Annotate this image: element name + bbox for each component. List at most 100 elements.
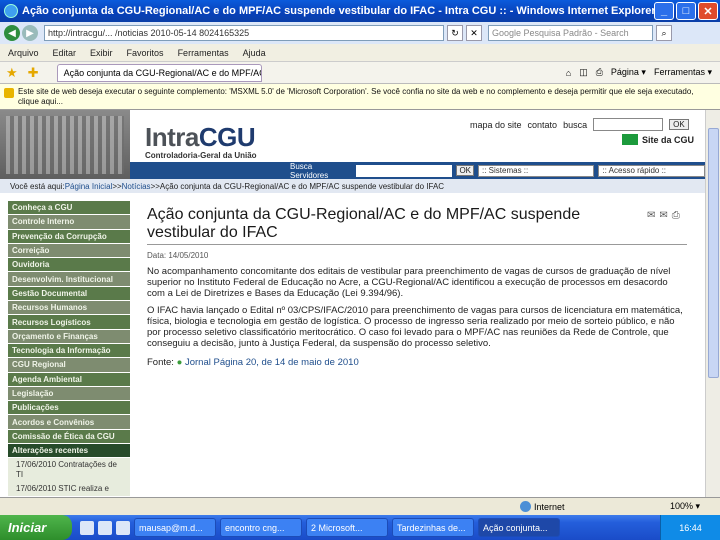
command-bar: ⌂ ◫ ⎙ Página ▾ Ferramentas ▾ bbox=[566, 67, 720, 78]
sidebar-nav: Conheça a CGU Controle Interno Prevenção… bbox=[8, 201, 130, 497]
taskbar-button[interactable]: mausap@m.d... bbox=[134, 518, 216, 537]
contact-link[interactable]: contato bbox=[528, 120, 558, 130]
site-search-input[interactable] bbox=[593, 118, 664, 131]
scrollbar-thumb[interactable] bbox=[708, 128, 719, 378]
article: Ação conjunta da CGU-Regional/AC e do MP… bbox=[147, 206, 692, 368]
quick-launch bbox=[80, 520, 130, 535]
maximize-button[interactable]: □ bbox=[676, 2, 696, 20]
menu-item-ferramentas[interactable]: Ferramentas bbox=[178, 48, 229, 58]
site-cgu-link[interactable]: Site da CGU bbox=[622, 134, 694, 145]
zoom-level[interactable]: 100% ▾ bbox=[670, 501, 720, 512]
comment-icon[interactable]: ✉ bbox=[647, 210, 655, 221]
forward-icon[interactable]: ▶ bbox=[22, 25, 38, 41]
search-input[interactable]: Google Pesquisa Padrão - Search bbox=[488, 25, 653, 41]
back-icon[interactable]: ◀ bbox=[4, 25, 20, 41]
taskbar-button[interactable]: 2 Microsoft... bbox=[306, 518, 388, 537]
breadcrumb: Você está aqui: Página Inicial >> Notíci… bbox=[0, 179, 705, 193]
sidebar-item[interactable]: Desenvolvim. Institucional bbox=[8, 272, 130, 287]
taskbar-button[interactable]: Tardezinhas de... bbox=[392, 518, 474, 537]
article-paragraph: No acompanhamento concomitante dos edita… bbox=[147, 266, 671, 299]
menu-item-favoritos[interactable]: Favoritos bbox=[127, 48, 164, 58]
menu-item-exibir[interactable]: Exibir bbox=[90, 48, 113, 58]
start-button[interactable]: Iniciar bbox=[0, 515, 72, 540]
sidebar-item[interactable]: Correição bbox=[8, 243, 130, 259]
logo-subtitle: Controladoria-Geral da União bbox=[145, 151, 257, 160]
sidebar-item[interactable]: Conheça a CGU bbox=[8, 201, 130, 216]
article-title: Ação conjunta da CGU-Regional/AC e do MP… bbox=[147, 206, 581, 241]
article-source: Fonte: ● Jornal Página 20, de 14 de maio… bbox=[147, 357, 692, 368]
recent-change-link[interactable]: 17/06/2010 Contratações de TI bbox=[8, 458, 130, 483]
article-date: Data: 14/05/2010 bbox=[147, 251, 209, 260]
menu-item-ajuda[interactable]: Ajuda bbox=[243, 48, 266, 58]
search-tools-bar: Busca Servidores OK :: Sistemas :: :: Ac… bbox=[130, 162, 705, 180]
vertical-scrollbar[interactable] bbox=[705, 110, 720, 497]
web-page: IntraCGU Controladoria-Geral da União ma… bbox=[0, 110, 705, 497]
top-links: mapa do site contato busca OK bbox=[470, 118, 689, 131]
busca-servidores-ok-button[interactable]: OK bbox=[456, 165, 475, 176]
status-bar: Internet 100% ▾ bbox=[0, 497, 720, 515]
email-icon[interactable]: ✉ bbox=[659, 210, 667, 221]
recent-change-link[interactable]: 17/06/2010 STIC realiza e bbox=[8, 482, 130, 497]
sidebar-item[interactable]: Tecnologia da Informação bbox=[8, 343, 130, 359]
zone-indicator: Internet bbox=[520, 501, 640, 512]
sidebar-item[interactable]: Ouvidoria bbox=[8, 258, 130, 273]
breadcrumb-home-link[interactable]: Página Inicial bbox=[65, 182, 113, 191]
sidebar-item[interactable]: Recursos Humanos bbox=[8, 301, 130, 316]
acesso-rapido-select[interactable]: :: Acesso rápido :: bbox=[598, 164, 705, 177]
print-icon[interactable]: ⎙ bbox=[596, 67, 603, 78]
title-divider bbox=[147, 244, 687, 245]
logo-text: Intra bbox=[145, 122, 199, 152]
tools-menu[interactable]: Ferramentas ▾ bbox=[654, 67, 712, 78]
source-link[interactable]: Jornal Página 20, de 14 de maio de 2010 bbox=[185, 357, 359, 368]
sidebar-item[interactable]: Acordos e Convênios bbox=[8, 415, 130, 430]
sitemap-link[interactable]: mapa do site bbox=[470, 120, 522, 130]
breadcrumb-news-link[interactable]: Notícias bbox=[122, 182, 151, 191]
quick-launch-icon[interactable] bbox=[98, 520, 112, 535]
close-button[interactable]: ✕ bbox=[698, 2, 718, 20]
breadcrumb-current: Ação conjunta da CGU-Regional/AC e do MP… bbox=[159, 181, 445, 191]
sidebar-item[interactable]: Recursos Logísticos bbox=[8, 315, 130, 330]
taskbar-button[interactable]: encontro cng... bbox=[220, 518, 302, 537]
breadcrumb-separator: >> bbox=[112, 181, 122, 191]
add-favorite-icon[interactable]: ✚ bbox=[28, 65, 39, 81]
quick-launch-icon[interactable] bbox=[116, 520, 130, 535]
sidebar-item[interactable]: Publicações bbox=[8, 401, 130, 416]
favorites-bar: ★ ✚ Ação conjunta da CGU-Regional/AC e d… bbox=[0, 62, 720, 84]
address-input[interactable]: http://intracgu/... /noticias 2010-05-14… bbox=[44, 25, 444, 41]
sidebar-item[interactable]: Comissão de Ética da CGU bbox=[8, 429, 130, 445]
taskbar: Iniciar mausap@m.d... encontro cng... 2 … bbox=[0, 515, 720, 540]
building-photo bbox=[0, 110, 130, 180]
site-logo[interactable]: IntraCGU Controladoria-Geral da União bbox=[145, 122, 257, 160]
sistemas-select[interactable]: :: Sistemas :: bbox=[478, 164, 595, 177]
home-icon[interactable]: ⌂ bbox=[566, 68, 571, 78]
address-bar-row: ◀ ▶ http://intracgu/... /noticias 2010-0… bbox=[0, 22, 720, 44]
site-search-ok-button[interactable]: OK bbox=[669, 119, 689, 130]
minimize-button[interactable]: _ bbox=[654, 2, 674, 20]
menu-item-editar[interactable]: Editar bbox=[53, 48, 77, 58]
menu-item-arquivo[interactable]: Arquivo bbox=[8, 48, 39, 58]
system-tray-clock: 16:44 bbox=[660, 515, 720, 540]
information-bar[interactable]: Este site de web deseja executar o segui… bbox=[0, 84, 720, 110]
source-label: Fonte: bbox=[147, 357, 177, 368]
sidebar-item[interactable]: Controle Interno bbox=[8, 215, 130, 230]
search-icon[interactable]: ⌕ bbox=[656, 25, 672, 41]
taskbar-button-active[interactable]: Ação conjunta... bbox=[478, 518, 560, 537]
favorites-star-icon[interactable]: ★ bbox=[6, 65, 18, 81]
feeds-icon[interactable]: ◫ bbox=[579, 67, 588, 78]
page-menu[interactable]: Página ▾ bbox=[611, 67, 646, 78]
busca-servidores-input[interactable] bbox=[355, 164, 453, 177]
print-icon[interactable]: ⎙ bbox=[672, 210, 680, 221]
sidebar-item[interactable]: Agenda Ambiental bbox=[8, 372, 130, 387]
sidebar-item[interactable]: Gestão Documental bbox=[8, 286, 130, 302]
menu-bar: Arquivo Editar Exibir Favoritos Ferramen… bbox=[0, 44, 720, 62]
site-cgu-label: Site da CGU bbox=[642, 134, 695, 145]
sidebar-item[interactable]: CGU Regional bbox=[8, 358, 130, 373]
sidebar-item-recent[interactable]: Alterações recentes bbox=[8, 444, 130, 459]
sidebar-item[interactable]: Prevenção da Corrupção bbox=[8, 229, 130, 244]
refresh-icon[interactable]: ↻ bbox=[447, 25, 463, 41]
quick-launch-icon[interactable] bbox=[80, 520, 94, 535]
sidebar-item[interactable]: Legislação bbox=[8, 386, 130, 402]
browser-tab[interactable]: Ação conjunta da CGU-Regional/AC e do MP… bbox=[56, 63, 262, 82]
stop-icon[interactable]: ✕ bbox=[466, 25, 482, 41]
sidebar-item[interactable]: Orçamento e Finanças bbox=[8, 329, 130, 344]
